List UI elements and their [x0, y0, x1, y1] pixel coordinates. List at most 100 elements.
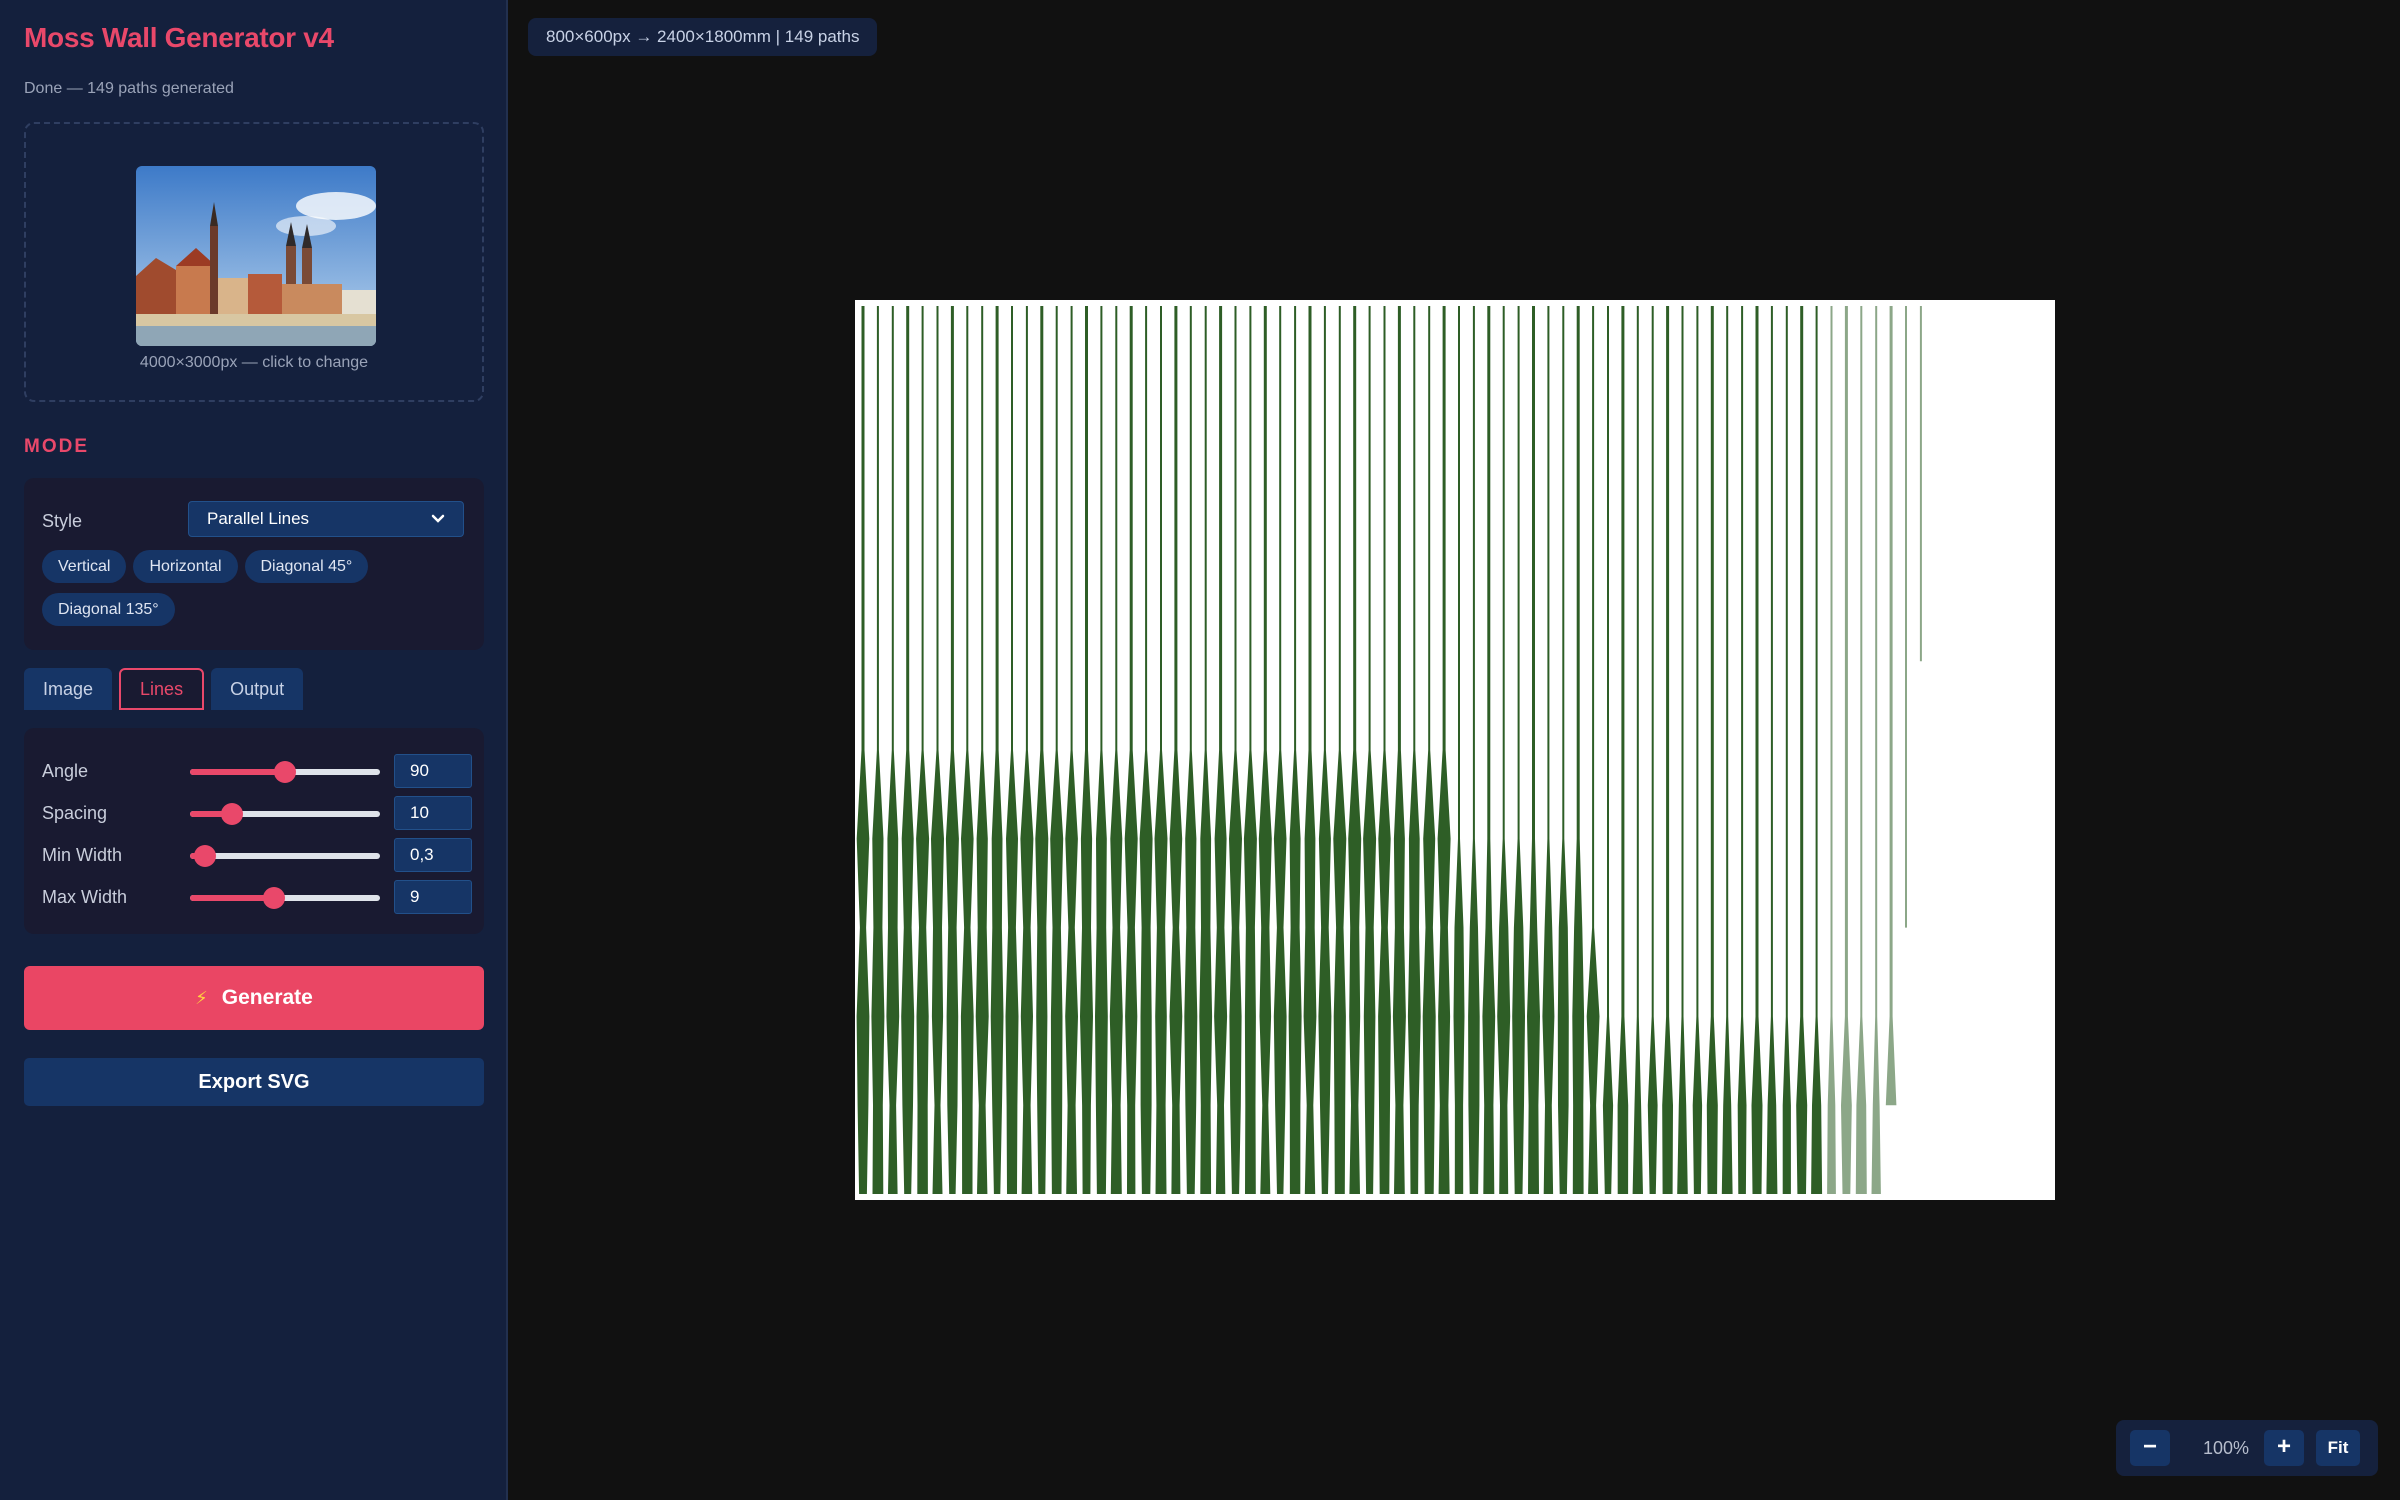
- angle-slider[interactable]: [190, 761, 380, 783]
- spacing-slider-thumb[interactable]: [220, 803, 243, 825]
- moss-path: [1184, 306, 1198, 1194]
- moss-path: [1303, 306, 1317, 1194]
- moss-path: [1796, 306, 1808, 1194]
- min-width-slider-thumb[interactable]: [194, 845, 217, 867]
- moss-path: [1647, 306, 1658, 1194]
- image-size-caption: 4000×3000px — click to change: [139, 354, 369, 371]
- moss-path: [1050, 306, 1064, 1194]
- moss-path: [975, 306, 989, 1194]
- moss-path: [1392, 306, 1406, 1194]
- moss-path: [1905, 306, 1907, 928]
- angle-label: Angle: [42, 761, 89, 781]
- max-width-slider-thumb[interactable]: [262, 887, 285, 909]
- moss-path: [1827, 306, 1836, 1194]
- moss-path: [871, 306, 885, 1194]
- max-width-slider-fill: [190, 895, 274, 901]
- moss-path: [1919, 306, 1922, 662]
- export-svg-button[interactable]: Export SVG: [24, 1058, 484, 1106]
- min-width-input[interactable]: 0,3: [394, 838, 472, 872]
- moss-path: [945, 306, 959, 1194]
- moss-path: [1512, 306, 1525, 1194]
- spacing-label: Spacing: [42, 803, 108, 823]
- moss-path: [1811, 306, 1823, 1194]
- moss-path: [1841, 306, 1852, 1194]
- moss-path: [1288, 306, 1302, 1194]
- moss-path: [1453, 306, 1465, 1194]
- moss-path: [1095, 306, 1108, 1194]
- moss-path: [1632, 306, 1643, 1194]
- moss-path: [1766, 306, 1778, 1194]
- angle-input[interactable]: 90: [394, 754, 472, 788]
- moss-path: [1139, 306, 1153, 1194]
- style-select-value: Parallel Lines: [207, 509, 310, 528]
- moss-path: [1348, 306, 1362, 1194]
- max-width-label: Max Width: [42, 887, 128, 907]
- angle-row: Angle 90: [42, 754, 472, 788]
- moss-path: [1602, 306, 1614, 1194]
- max-width-row: Max Width 9: [42, 880, 472, 914]
- zoom-in-button[interactable]: +: [2264, 1430, 2304, 1466]
- max-width-slider[interactable]: [190, 887, 380, 909]
- app-title: Moss Wall Generator v4: [24, 22, 334, 53]
- min-width-slider[interactable]: [190, 845, 380, 867]
- chevron-down-icon: [431, 514, 445, 523]
- moss-path: [1662, 306, 1673, 1194]
- moss-path: [1737, 306, 1747, 1194]
- generate-label: Generate: [221, 986, 313, 1009]
- moss-path: [1692, 306, 1703, 1194]
- moss-path: [1273, 306, 1287, 1194]
- image-dropzone[interactable]: 4000×3000px — click to change: [24, 122, 484, 402]
- zoom-level: 100%: [2202, 1438, 2250, 1458]
- spacing-input[interactable]: 10: [394, 796, 472, 830]
- max-width-input[interactable]: 9: [394, 880, 472, 914]
- preset-diagonal-135-button[interactable]: Diagonal 135°: [42, 593, 175, 626]
- moss-path: [1005, 306, 1019, 1194]
- moss-path: [1407, 306, 1421, 1194]
- mode-section-label: MODE: [24, 436, 89, 457]
- spacing-slider[interactable]: [190, 803, 380, 825]
- settings-tabs: Image Lines Output: [24, 668, 310, 710]
- moss-path: [1333, 306, 1347, 1194]
- moss-path: [1617, 306, 1629, 1194]
- moss-path: [1318, 306, 1332, 1194]
- moss-path: [1721, 306, 1733, 1194]
- tab-output[interactable]: Output: [211, 668, 304, 710]
- moss-path: [931, 306, 944, 1194]
- zoom-fit-button[interactable]: Fit: [2316, 1430, 2360, 1466]
- moss-path: [1199, 306, 1213, 1194]
- canvas-info-badge: 800×600px → 2400×1800mm | 149 paths: [528, 18, 878, 56]
- moss-path: [1065, 306, 1078, 1194]
- angle-slider-fill: [190, 769, 285, 775]
- min-width-row: Min Width 0,3: [42, 838, 472, 872]
- moss-path: [1243, 306, 1257, 1194]
- moss-path: [901, 306, 915, 1194]
- moss-path: [960, 306, 974, 1194]
- preset-vertical-button[interactable]: Vertical: [42, 550, 127, 583]
- moss-path: [856, 306, 870, 1194]
- moss-path: [1855, 306, 1867, 1194]
- preset-diagonal-45-button[interactable]: Diagonal 45°: [244, 550, 369, 583]
- style-select[interactable]: Parallel Lines: [188, 501, 464, 537]
- output-canvas[interactable]: [855, 300, 2055, 1200]
- moss-path: [1378, 306, 1391, 1194]
- moss-path: [1871, 306, 1881, 1194]
- moss-path: [1782, 306, 1791, 1194]
- tab-lines[interactable]: Lines: [119, 668, 205, 710]
- moss-path: [1035, 306, 1049, 1194]
- sidebar: Moss Wall Generator v4 Done — 149 paths …: [0, 0, 508, 1500]
- zoom-out-button[interactable]: −: [2130, 1430, 2170, 1466]
- moss-path: [1885, 306, 1897, 1106]
- tab-image[interactable]: Image: [24, 668, 113, 710]
- source-image-thumbnail[interactable]: [136, 166, 376, 346]
- moss-path: [1542, 306, 1555, 1194]
- moss-path: [1124, 306, 1138, 1194]
- angle-slider-thumb[interactable]: [274, 761, 296, 783]
- zoom-controls: − 100% + Fit: [2116, 1420, 2378, 1476]
- moss-path: [1109, 306, 1123, 1194]
- preset-horizontal-button[interactable]: Horizontal: [133, 550, 238, 583]
- moss-path: [1214, 306, 1228, 1194]
- moss-path: [916, 306, 930, 1194]
- generate-button[interactable]: ⚡ Generate: [24, 966, 484, 1030]
- moss-path: [1080, 306, 1093, 1194]
- style-label: Style: [42, 511, 83, 531]
